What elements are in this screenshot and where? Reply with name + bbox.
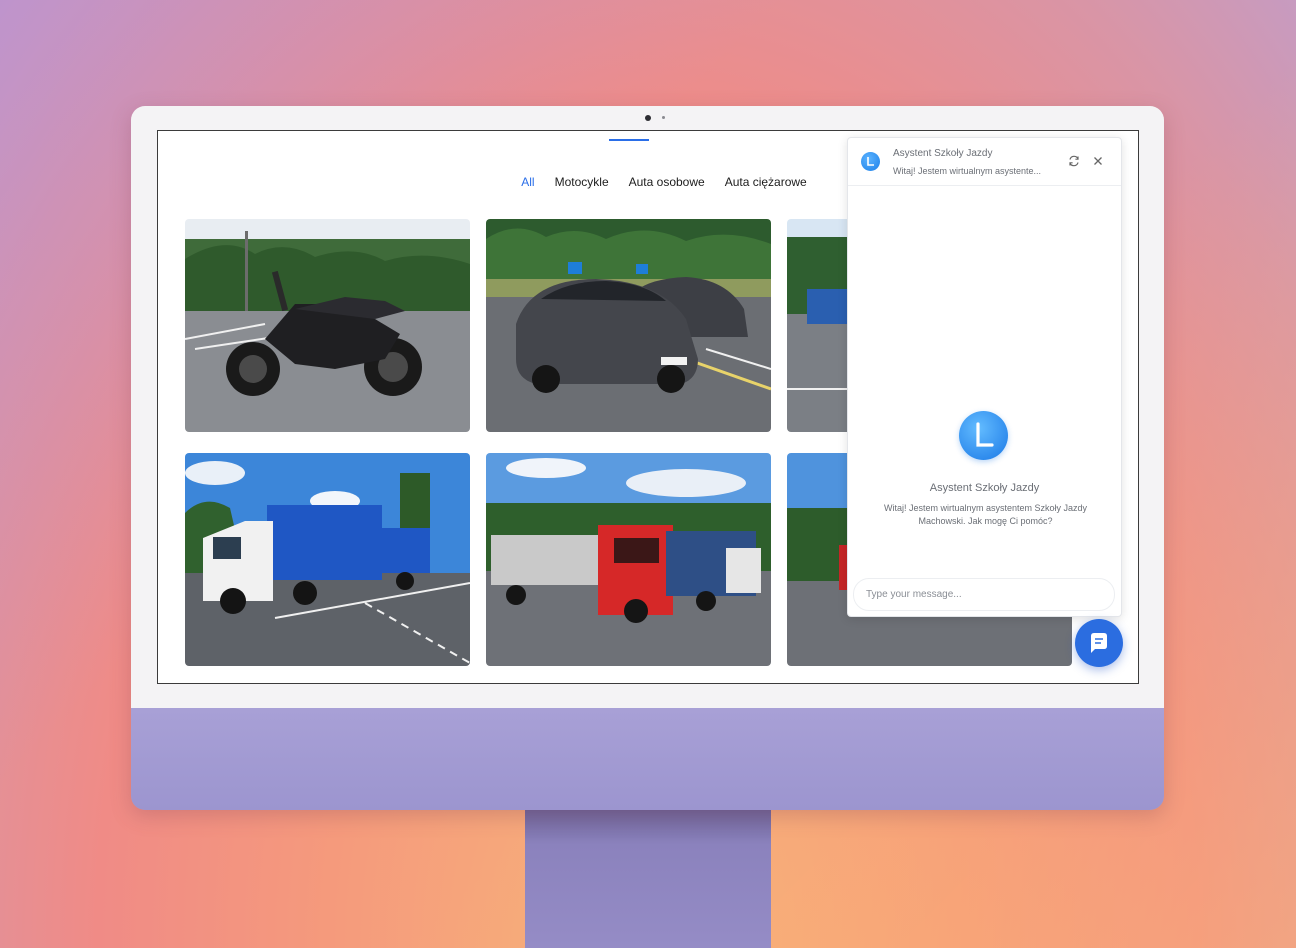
gallery-item-trucks[interactable] — [486, 453, 771, 666]
message-input[interactable] — [853, 578, 1115, 611]
chat-launcher-button[interactable] — [1075, 619, 1123, 667]
monitor-chin — [131, 708, 1164, 810]
nav-active-indicator — [609, 139, 649, 141]
camera-icon — [645, 115, 651, 121]
assistant-logo-icon — [959, 411, 1008, 460]
monitor-stand — [525, 810, 771, 948]
filter-auta-ciezarowe[interactable]: Auta ciężarowe — [725, 175, 807, 189]
chat-widget: Asystent Szkoły Jazdy Witaj! Jestem wirt… — [847, 137, 1122, 617]
assistant-avatar-icon — [861, 152, 880, 171]
gallery-item-cars[interactable] — [486, 219, 771, 432]
gallery-item-motorcycle[interactable] — [185, 219, 470, 432]
filter-auta-osobowe[interactable]: Auta osobowe — [629, 175, 705, 189]
filter-motocykle[interactable]: Motocykle — [555, 175, 609, 189]
camera-sensor-icon — [662, 116, 665, 119]
close-icon[interactable] — [1091, 154, 1105, 168]
chat-bubble-icon — [1091, 633, 1107, 653]
assistant-name: Asystent Szkoły Jazdy — [929, 482, 1040, 494]
gallery-item-truck[interactable] — [185, 453, 470, 666]
chat-title: Asystent Szkoły Jazdy — [893, 148, 993, 159]
assistant-greeting: Witaj! Jestem wirtualnym asystentem Szko… — [883, 503, 1088, 526]
refresh-icon[interactable] — [1067, 154, 1081, 168]
filter-all[interactable]: All — [521, 175, 534, 189]
chat-header: Asystent Szkoły Jazdy Witaj! Jestem wirt… — [848, 138, 1121, 186]
chat-subtitle: Witaj! Jestem wirtualnym asystente... — [893, 166, 1042, 176]
